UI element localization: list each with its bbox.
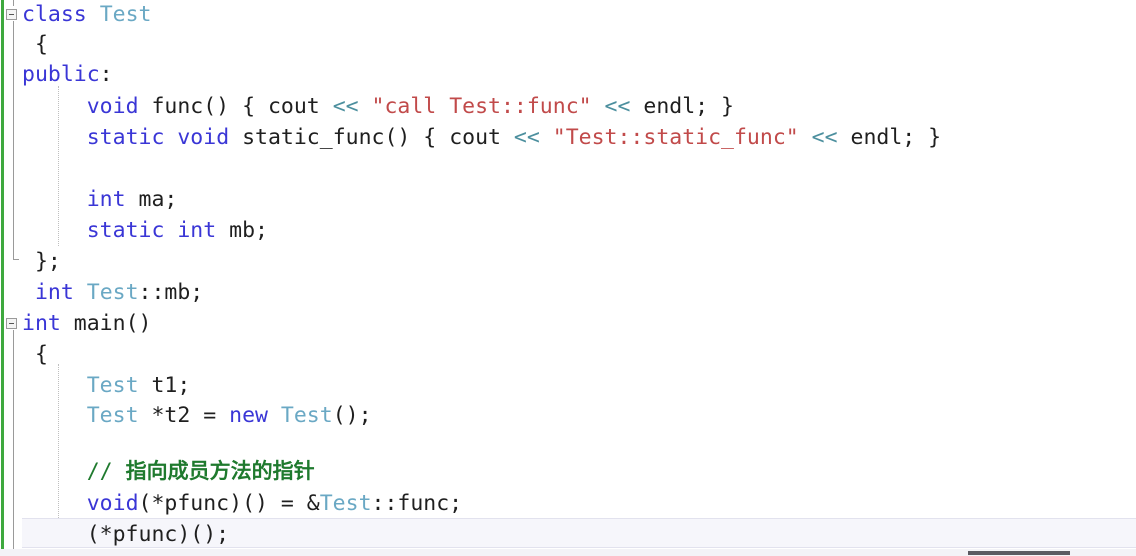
code-line[interactable]: Test *t2 = new Test(); xyxy=(22,401,372,431)
fold-marker-main-icon[interactable] xyxy=(6,318,17,329)
code-token: << xyxy=(811,125,838,150)
code-token: endl; } xyxy=(630,94,734,119)
code-token: func() { cout xyxy=(138,94,333,119)
code-token: int xyxy=(177,218,217,243)
code-token: ::func; xyxy=(371,491,463,516)
code-token: 指向成员方法的指针 xyxy=(125,459,315,483)
code-line[interactable]: { xyxy=(22,30,48,60)
code-token: int xyxy=(34,280,74,305)
code-line[interactable]: void func() { cout << "call Test::func" … xyxy=(22,92,734,122)
code-token: Test xyxy=(319,491,372,516)
code-token: }; xyxy=(22,249,61,274)
code-token: (*pfunc)() = & xyxy=(138,491,320,516)
code-line[interactable]: static int mb; xyxy=(22,216,268,246)
code-token: (*pfunc)(); xyxy=(22,522,230,547)
fold-marker-class-test-icon[interactable] xyxy=(6,9,17,20)
code-token: void xyxy=(86,94,139,119)
code-line[interactable]: int main() xyxy=(22,309,151,339)
code-token: endl; } xyxy=(837,125,942,150)
code-token: (); xyxy=(332,403,372,428)
code-token: "call Test::func" xyxy=(371,94,592,119)
code-token: { xyxy=(22,342,48,367)
code-line[interactable]: static void static_func() { cout << "Tes… xyxy=(22,123,941,153)
code-token: static xyxy=(86,218,165,243)
code-token: Test xyxy=(280,403,333,428)
code-token: : xyxy=(99,62,113,87)
code-token: new xyxy=(229,403,268,428)
code-token: // xyxy=(86,459,126,484)
code-token: Test xyxy=(86,403,139,428)
code-token: t1; xyxy=(138,373,191,398)
horizontal-scrollbar-track[interactable] xyxy=(0,549,1136,556)
code-token: Test xyxy=(86,373,139,398)
fold-region-end-class-test xyxy=(13,259,19,260)
code-token: static_func() { cout xyxy=(229,125,514,150)
code-line[interactable]: }; xyxy=(22,247,61,277)
code-line[interactable]: (*pfunc)(); xyxy=(22,520,229,550)
code-line[interactable]: { xyxy=(22,340,48,370)
code-token: *t2 = xyxy=(138,403,230,428)
code-token: void xyxy=(86,491,139,516)
code-token: << xyxy=(513,125,540,150)
code-line[interactable]: // 指向成员方法的指针 xyxy=(22,456,315,486)
code-token: int xyxy=(86,187,126,212)
code-token: { xyxy=(22,32,48,57)
code-token: main() xyxy=(60,311,152,336)
fold-region-line-main xyxy=(13,330,14,556)
code-editor[interactable]: class Test { public: void func() { cout <… xyxy=(0,0,1136,556)
code-line[interactable]: public: xyxy=(22,60,113,90)
fold-region-stub-top xyxy=(13,0,14,6)
code-token: mb; xyxy=(216,218,268,243)
code-token: static xyxy=(86,125,165,150)
code-token: ::mb; xyxy=(138,280,204,305)
code-line[interactable]: void(*pfunc)() = &Test::func; xyxy=(22,489,462,519)
code-token: ma; xyxy=(125,187,178,212)
code-line[interactable]: int ma; xyxy=(22,185,178,215)
code-line[interactable]: Test t1; xyxy=(22,371,191,401)
code-token: Test xyxy=(99,2,152,27)
code-surface[interactable]: class Test { public: void func() { cout <… xyxy=(22,0,1136,556)
code-token: int xyxy=(22,311,61,336)
code-token: << xyxy=(604,94,631,119)
code-token: "Test::static_func" xyxy=(552,125,799,150)
code-token: void xyxy=(177,125,230,150)
outlining-gutter[interactable] xyxy=(4,0,22,556)
fold-region-line-class-test xyxy=(13,21,14,259)
code-line[interactable]: int Test::mb; xyxy=(22,278,203,308)
code-token: public xyxy=(22,62,100,87)
code-token: class xyxy=(22,2,87,27)
horizontal-scrollbar-thumb[interactable] xyxy=(968,551,1070,555)
code-token: Test xyxy=(86,280,139,305)
code-token: << xyxy=(332,94,359,119)
code-line[interactable]: class Test xyxy=(22,0,151,30)
